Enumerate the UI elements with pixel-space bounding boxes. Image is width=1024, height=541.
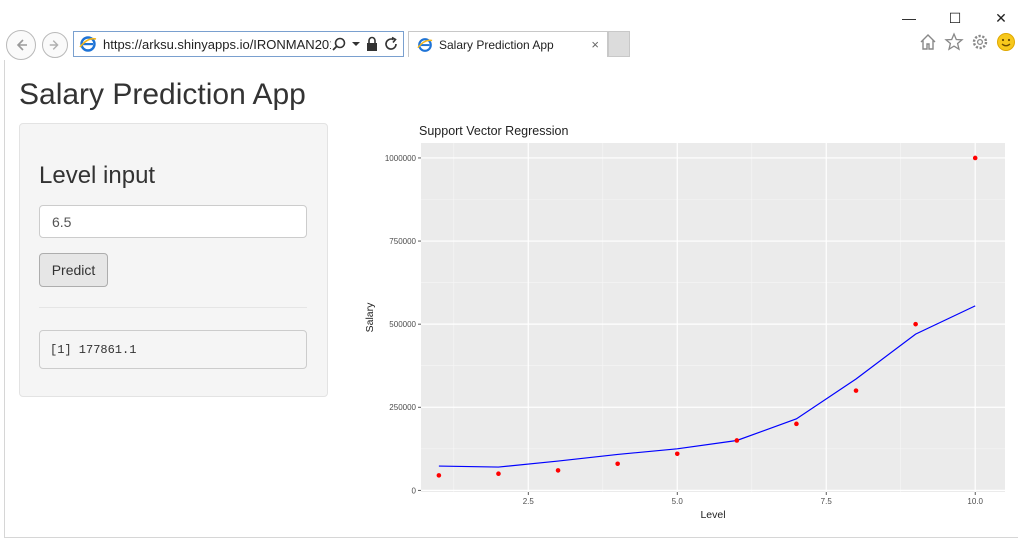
data-point [913,321,918,327]
ie-logo-icon [79,36,97,52]
forward-arrow-icon [49,40,59,50]
prediction-output: [1] 177861.1 [39,330,307,369]
browser-toolbar [918,32,1016,52]
y-tick-label: 1000000 [385,154,417,163]
lock-icon[interactable] [365,36,379,52]
home-icon[interactable] [918,32,938,52]
close-button[interactable]: ✕ [978,8,1024,28]
divider [39,307,307,308]
x-axis-title: Level [700,509,725,521]
sidebar-panel: Level input Predict [1] 177861.1 [19,123,328,397]
level-input-heading: Level input [39,162,156,189]
data-point [555,468,561,473]
x-tick-label: 7.5 [821,497,833,506]
back-arrow-icon [16,39,27,51]
chart-title: Support Vector Regression [419,124,568,138]
dropdown-arrow-icon[interactable] [351,36,361,52]
search-icon[interactable] [331,36,347,52]
app-title: Salary Prediction App [19,78,306,111]
data-point [794,421,799,427]
data-point [496,471,501,477]
svr-plot: Support Vector Regression 2.5 5.0 7.5 10.0 0 2… [364,124,1005,521]
y-axis-title: Salary [364,302,376,333]
data-point [674,451,680,457]
favorites-star-icon[interactable] [944,32,964,52]
x-tick-label: 2.5 [523,497,535,506]
window-controls: — ☐ ✕ [886,8,1024,28]
smiley-feedback-icon[interactable] [996,32,1016,52]
y-tick-label: 750000 [389,237,416,246]
data-point [972,155,978,161]
page-content: Salary Prediction App Level input Predic… [4,60,1018,538]
refresh-icon[interactable] [383,36,399,52]
plot-panel [421,143,1005,492]
tab-title: Salary Prediction App [439,37,554,52]
back-button[interactable] [6,30,36,60]
level-input[interactable] [39,205,307,238]
settings-gear-icon[interactable] [970,32,990,52]
y-tick-label: 250000 [389,403,416,412]
url-text: https://arksu.shinyapps.io/IRONMAN2018 [103,36,331,52]
data-point [853,388,859,393]
maximize-button[interactable]: ☐ [932,8,978,28]
address-bar[interactable]: https://arksu.shinyapps.io/IRONMAN2018 [73,31,404,57]
data-point [436,473,442,478]
data-point [734,438,740,443]
y-tick-label: 500000 [389,320,416,329]
data-point [615,461,620,467]
tab-salary-prediction[interactable]: Salary Prediction App × [408,31,608,57]
x-tick-label: 5.0 [672,497,684,506]
predict-button[interactable]: Predict [39,253,108,287]
forward-button[interactable] [42,32,68,58]
tab-close-button[interactable]: × [591,37,599,52]
ie-logo-icon [417,37,433,52]
new-tab-button[interactable] [608,31,630,57]
minimize-button[interactable]: — [886,8,932,28]
y-tick-label: 0 [412,486,417,495]
x-tick-label: 10.0 [967,497,983,506]
